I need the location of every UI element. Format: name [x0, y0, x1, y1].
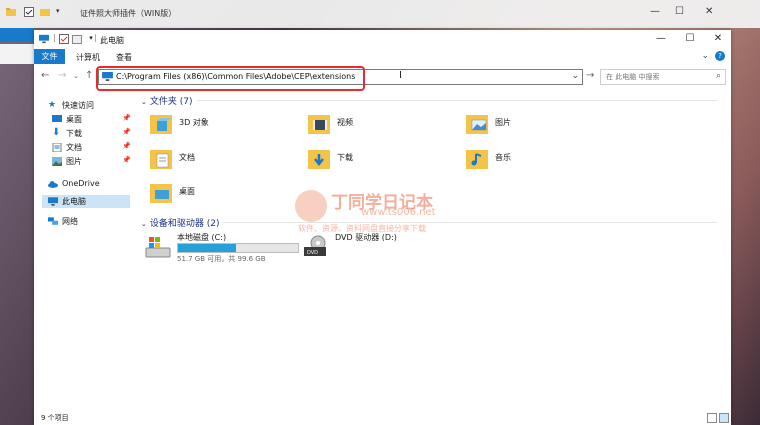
highlight-annotation — [96, 66, 365, 91]
folder-documents[interactable]: 文档 — [149, 147, 299, 175]
music-folder-icon — [466, 150, 488, 169]
svg-text:DVD: DVD — [307, 250, 318, 256]
document-icon — [52, 143, 62, 152]
forward-arrow-icon[interactable]: → — [58, 70, 66, 81]
item-count: 9 个项目 — [41, 414, 69, 422]
folder-desktop[interactable]: 桌面 — [149, 181, 299, 209]
cloud-icon — [48, 181, 58, 188]
dropdown-icon[interactable]: ▾ — [56, 7, 60, 15]
chevron-down-icon: ⌄ — [141, 98, 147, 106]
tab-view[interactable]: 查看 — [116, 52, 132, 63]
pin-icon[interactable]: 📌 — [122, 114, 131, 122]
folder-icon — [6, 8, 16, 16]
search-placeholder: 在 此电脑 中搜索 — [606, 73, 660, 81]
network-icon — [48, 217, 58, 225]
desktop-folder-icon — [150, 184, 172, 203]
folder-icon — [40, 9, 50, 16]
computer-icon — [48, 197, 58, 206]
up-arrow-icon[interactable]: ↑ — [85, 70, 93, 81]
pictures-folder-icon — [466, 115, 488, 134]
folder-pictures[interactable]: 图片 — [465, 112, 615, 140]
status-bar: 9 个项目 — [34, 410, 731, 425]
chevron-down-icon[interactable]: ⌄ — [701, 51, 709, 61]
drive-c[interactable]: 本地磁盘 (C:) 51.7 GB 可用，共 99.6 GB — [145, 232, 305, 268]
close-icon[interactable]: ✕ — [705, 6, 713, 17]
sidebar-item-pictures[interactable]: 图片 📌 — [52, 156, 131, 168]
dvd-drive-icon: DVD — [304, 235, 326, 256]
sidebar-item-onedrive[interactable]: OneDrive — [48, 179, 128, 191]
picture-icon — [52, 157, 62, 166]
minimize-icon[interactable]: — — [650, 6, 660, 17]
dog-logo-icon — [295, 190, 327, 222]
drive-d[interactable]: DVD DVD 驱动器 (D:) — [303, 232, 463, 268]
drive-usage-bar — [177, 243, 299, 253]
large-icons-view-icon[interactable] — [719, 413, 729, 423]
folder-videos[interactable]: 视频 — [307, 112, 457, 140]
pin-icon[interactable]: 📌 — [122, 128, 131, 136]
background-window-titlebar[interactable]: ▾ 证件照大师插件（WIN版） — ☐ ✕ — [0, 0, 760, 28]
address-dropdown-icon[interactable]: ⌄ — [571, 71, 579, 81]
background-window-title: 证件照大师插件（WIN版） — [80, 9, 177, 18]
watermark: 丁同学日记本 www.ts006.net 软件、资源、资料网盘直接分享下载 — [295, 190, 465, 235]
sidebar-item-this-pc[interactable]: 此电脑 — [48, 196, 128, 208]
chevron-down-icon: ⌄ — [141, 220, 147, 228]
group-header-devices[interactable]: ⌄ 设备和驱动器 (2) — [141, 216, 220, 229]
sidebar-item-documents[interactable]: 文档 📌 — [52, 142, 131, 154]
downloads-folder-icon — [308, 150, 330, 169]
properties-icon[interactable] — [59, 34, 69, 44]
pin-icon[interactable]: 📌 — [122, 142, 131, 150]
video-folder-icon — [308, 115, 330, 134]
tab-computer[interactable]: 计算机 — [76, 52, 100, 63]
computer-icon — [39, 34, 49, 44]
title-bar[interactable]: | ▾ | 此电脑 — ☐ ✕ — [34, 30, 731, 49]
content-area: ⌄ 文件夹 (7) 3D 对象 视频 图片 文档 下载 音乐 桌面 ⌄ 设备和驱… — [141, 90, 721, 408]
text-cursor-icon: I — [399, 70, 402, 81]
close-button[interactable]: ✕ — [710, 33, 726, 44]
go-arrow-icon[interactable]: → — [586, 70, 594, 81]
drive-usage-fill — [178, 244, 236, 252]
folder-music[interactable]: 音乐 — [465, 147, 615, 175]
ribbon: 文件 计算机 查看 ⌄ ? — [34, 49, 731, 64]
details-view-icon[interactable] — [707, 413, 717, 423]
search-icon: ⌕ — [715, 71, 721, 81]
3d-objects-folder-icon — [150, 115, 172, 134]
folder-3d-objects[interactable]: 3D 对象 — [149, 112, 299, 140]
new-folder-icon[interactable] — [72, 34, 82, 44]
back-arrow-icon[interactable]: ← — [41, 70, 49, 81]
window-title: 此电脑 — [100, 36, 124, 45]
sidebar-item-network[interactable]: 网络 — [48, 216, 128, 228]
watermark-tagline: 软件、资源、资料网盘直接分享下载 — [298, 224, 426, 233]
group-header-folders[interactable]: ⌄ 文件夹 (7) — [141, 94, 193, 107]
hard-drive-icon — [145, 237, 171, 258]
pin-icon[interactable]: 📌 — [122, 156, 131, 164]
background-window-file-tab — [0, 28, 34, 42]
desktop-icon — [52, 115, 62, 122]
minimize-button[interactable]: — — [653, 33, 669, 44]
background-window-navbar — [0, 44, 34, 64]
download-icon: ⬇ — [52, 127, 61, 138]
watermark-url: www.ts006.net — [361, 207, 436, 218]
sidebar-item-quick-access[interactable]: ★ 快速访问 — [48, 100, 128, 112]
help-icon[interactable]: ? — [715, 51, 725, 61]
sidebar-item-desktop[interactable]: 桌面 📌 — [52, 114, 131, 126]
search-input[interactable]: 在 此电脑 中搜索 ⌕ — [600, 69, 726, 85]
maximize-icon[interactable]: ☐ — [675, 6, 684, 17]
documents-folder-icon — [150, 150, 172, 169]
navigation-pane: ★ 快速访问 桌面 📌 ⬇ 下载 📌 文档 📌 图片 📌 OneDrive 此电… — [34, 90, 131, 408]
recent-dropdown-icon[interactable]: ⌄ — [73, 72, 79, 80]
tab-file[interactable]: 文件 — [34, 49, 65, 64]
star-icon: ★ — [48, 100, 57, 110]
folder-downloads[interactable]: 下载 — [307, 147, 457, 175]
navigation-bar: ← → ⌄ ↑ C:\Program Files (x86)\Common Fi… — [34, 66, 731, 91]
sidebar-item-downloads[interactable]: ⬇ 下载 📌 — [52, 127, 131, 140]
maximize-button[interactable]: ☐ — [682, 33, 698, 44]
checkbox-icon — [24, 7, 34, 17]
